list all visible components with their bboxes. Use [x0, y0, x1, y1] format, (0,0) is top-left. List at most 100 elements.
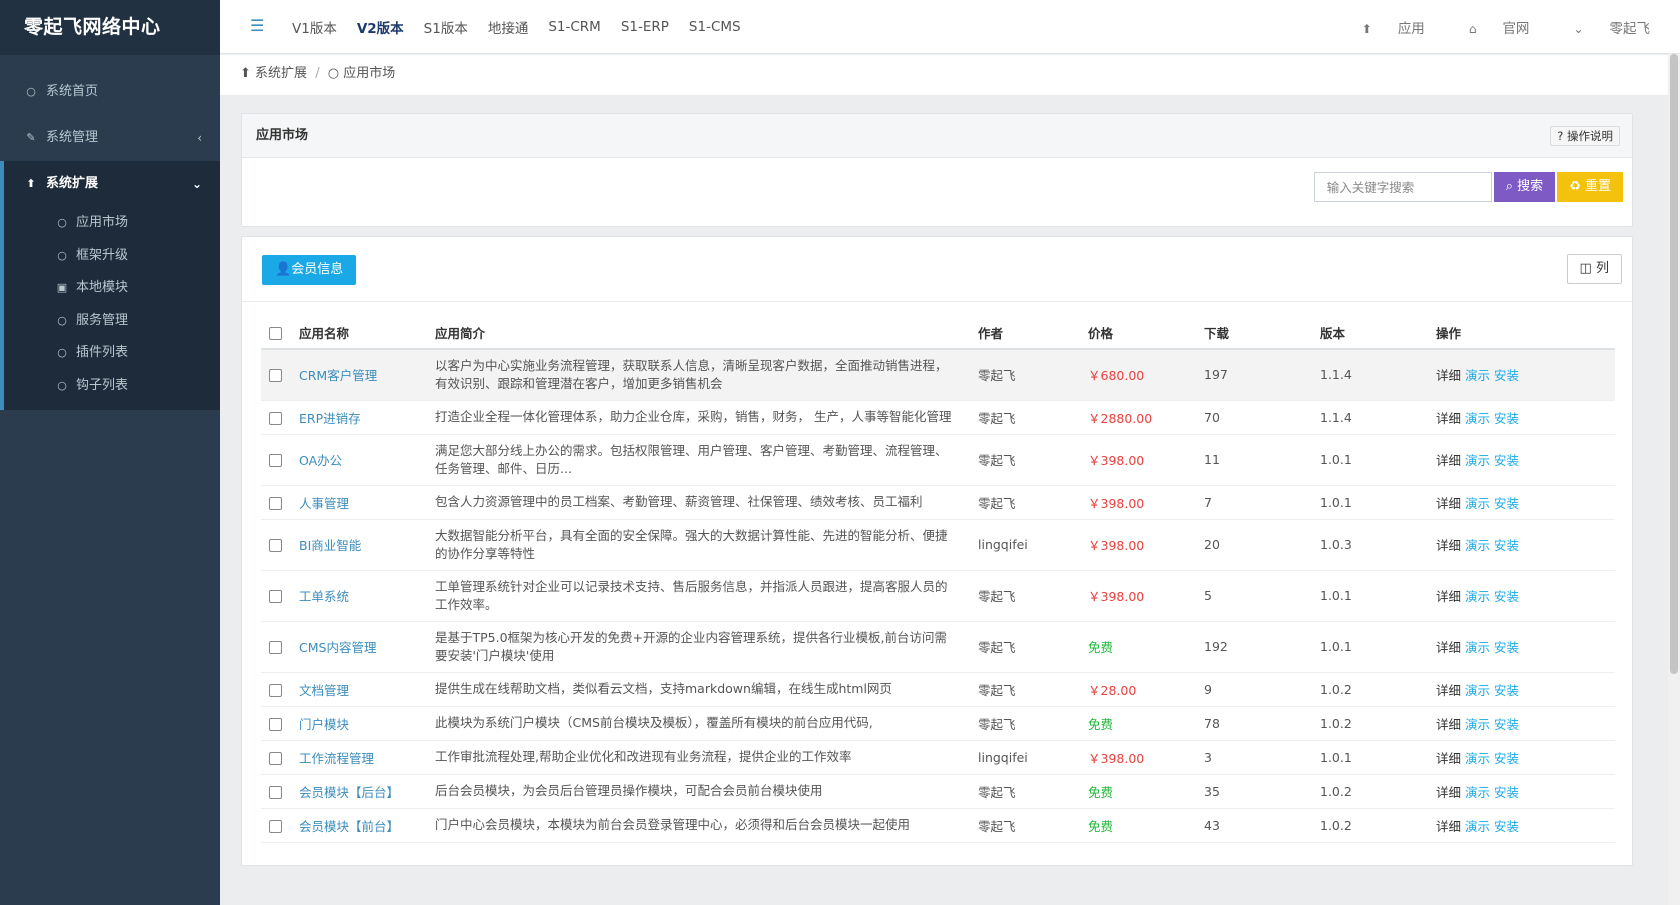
detail-link[interactable]: 详细	[1436, 819, 1461, 834]
row-checkbox[interactable]	[269, 641, 282, 654]
demo-link[interactable]: 演示	[1465, 538, 1490, 553]
top-link-s1-erp[interactable]: S1-ERP	[621, 19, 669, 35]
app-name-link[interactable]: 会员模块【后台】	[299, 785, 399, 800]
table-row[interactable]: OA办公 满足您大部分线上办公的需求。包括权限管理、用户管理、客户管理、考勤管理、…	[261, 434, 1615, 486]
search-button[interactable]: ⌕ 搜索	[1493, 172, 1556, 202]
install-link[interactable]: 安装	[1494, 717, 1519, 732]
sidebar-subitem-plugin-list[interactable]: ○ 插件列表	[4, 337, 220, 370]
sidebar-subitem-service-management[interactable]: ○ 服务管理	[4, 305, 220, 338]
table-row[interactable]: 工单系统 工单管理系统针对企业可以记录技术支持、售后服务信息，并指派人员跟进，提高…	[261, 570, 1615, 622]
sidebar-item-home[interactable]: ○ 系统首页	[0, 69, 220, 115]
app-name-link[interactable]: 工单系统	[299, 589, 349, 604]
table-row[interactable]: ERP进销存 打造企业全程一体化管理体系，助力企业仓库，采购，销售，财务， 生产，…	[261, 400, 1615, 435]
detail-link[interactable]: 详细	[1436, 411, 1461, 426]
row-checkbox[interactable]	[269, 785, 282, 799]
detail-link[interactable]: 详细	[1436, 589, 1461, 604]
install-link[interactable]: 安装	[1494, 496, 1519, 511]
row-checkbox[interactable]	[269, 819, 282, 833]
detail-link[interactable]: 详细	[1436, 538, 1461, 553]
row-checkbox[interactable]	[269, 411, 282, 425]
table-row[interactable]: 门户模块 此模块为系统门户模块（CMS前台模块及模板），覆盖所有模块的前台应用代码…	[261, 706, 1615, 741]
menu-toggle-icon[interactable]: ☰	[250, 16, 264, 35]
table-row[interactable]: BI商业智能 大数据智能分析平台，具有全面的安全保障。强大的大数据计算性能、先进的…	[261, 519, 1615, 571]
sidebar-subitem-framework-upgrade[interactable]: ○ 框架升级	[4, 240, 220, 273]
demo-link[interactable]: 演示	[1465, 453, 1490, 468]
app-name-link[interactable]: 工作流程管理	[299, 751, 374, 766]
app-name-link[interactable]: OA办公	[299, 453, 342, 468]
demo-link[interactable]: 演示	[1465, 496, 1490, 511]
app-name-link[interactable]: CMS内容管理	[299, 640, 376, 655]
top-link-s1[interactable]: S1版本	[424, 17, 468, 37]
top-link-dijietong[interactable]: 地接通	[488, 17, 529, 37]
row-checkbox[interactable]	[269, 369, 282, 383]
table-row[interactable]: 会员模块【前台】 门户中心会员模块，本模块为前台会员登录管理中心，必须得和后台会员…	[261, 808, 1615, 843]
demo-link[interactable]: 演示	[1465, 683, 1490, 698]
detail-link[interactable]: 详细	[1436, 717, 1461, 732]
row-checkbox[interactable]	[269, 717, 282, 731]
install-link[interactable]: 安装	[1494, 453, 1519, 468]
detail-link[interactable]: 详细	[1436, 453, 1461, 468]
table-row[interactable]: CMS内容管理 是基于TP5.0框架为核心开发的免费+开源的企业内容管理系统，提供…	[261, 621, 1615, 673]
detail-link[interactable]: 详细	[1436, 683, 1461, 698]
help-button[interactable]: ? 操作说明	[1550, 126, 1620, 146]
top-link-website[interactable]: ⌂ 官网	[1447, 17, 1530, 37]
demo-link[interactable]: 演示	[1465, 751, 1490, 766]
table-row[interactable]: 文档管理 提供生成在线帮助文档，类似看云文档，支持markdown编辑，在线生成h…	[261, 672, 1615, 707]
column-header-version[interactable]: 版本	[1312, 317, 1428, 350]
sidebar-item-system[interactable]: ✎ 系统管理 ‹	[0, 115, 220, 161]
app-name-link[interactable]: 文档管理	[299, 683, 349, 698]
member-info-button[interactable]: 👤会员信息	[262, 255, 357, 285]
breadcrumb-item[interactable]: 系统扩展	[255, 66, 307, 81]
demo-link[interactable]: 演示	[1465, 368, 1490, 383]
table-row[interactable]: 人事管理 包含人力资源管理中的员工档案、考勤管理、薪资管理、社保管理、绩效考核、员…	[261, 485, 1615, 520]
install-link[interactable]: 安装	[1494, 589, 1519, 604]
reset-button[interactable]: ♻ 重置	[1557, 172, 1623, 202]
row-checkbox[interactable]	[269, 751, 282, 765]
table-row[interactable]: CRM客户管理 以客户为中心实施业务流程管理，获取联系人信息，清晰呈现客户数据，全…	[261, 349, 1615, 401]
row-checkbox[interactable]	[269, 454, 282, 467]
demo-link[interactable]: 演示	[1465, 819, 1490, 834]
app-name-link[interactable]: 门户模块	[299, 717, 349, 732]
install-link[interactable]: 安装	[1494, 411, 1519, 426]
user-menu[interactable]: ⌄ 零起飞	[1551, 17, 1650, 37]
demo-link[interactable]: 演示	[1465, 717, 1490, 732]
sidebar-item-extension[interactable]: ⬆ 系统扩展 ⌄	[4, 161, 220, 207]
row-checkbox[interactable]	[269, 683, 282, 697]
sidebar-subitem-local-modules[interactable]: ▣ 本地模块	[4, 272, 220, 305]
install-link[interactable]: 安装	[1494, 785, 1519, 800]
row-checkbox[interactable]	[269, 539, 282, 552]
app-name-link[interactable]: ERP进销存	[299, 411, 361, 426]
install-link[interactable]: 安装	[1494, 819, 1519, 834]
top-link-apps[interactable]: ⬆ 应用	[1340, 17, 1425, 37]
table-row[interactable]: 工作流程管理 工作审批流程处理,帮助企业优化和改进现有业务流程，提供企业的工作效率…	[261, 740, 1615, 775]
top-link-s1-cms[interactable]: S1-CMS	[689, 19, 741, 35]
top-link-v2[interactable]: V2版本	[357, 17, 404, 37]
select-all-checkbox[interactable]	[269, 327, 282, 340]
page-scrollbar[interactable]	[1668, 54, 1680, 905]
columns-toggle-button[interactable]: ◫ 列	[1566, 254, 1622, 284]
column-header-price[interactable]: 价格	[1080, 317, 1196, 350]
column-header-desc[interactable]: 应用简介	[427, 317, 970, 350]
detail-link[interactable]: 详细	[1436, 496, 1461, 511]
search-input[interactable]	[1313, 172, 1492, 202]
demo-link[interactable]: 演示	[1465, 411, 1490, 426]
install-link[interactable]: 安装	[1494, 538, 1519, 553]
install-link[interactable]: 安装	[1494, 368, 1519, 383]
table-row[interactable]: 会员模块【后台】 后台会员模块，为会员后台管理员操作模块，可配合会员前台模块使用零…	[261, 774, 1615, 809]
detail-link[interactable]: 详细	[1436, 368, 1461, 383]
column-header-name[interactable]: 应用名称	[291, 317, 427, 350]
detail-link[interactable]: 详细	[1436, 751, 1461, 766]
app-name-link[interactable]: 会员模块【前台】	[299, 819, 399, 834]
row-checkbox[interactable]	[269, 590, 282, 603]
scrollbar-thumb[interactable]	[1670, 54, 1678, 674]
app-name-link[interactable]: 人事管理	[299, 496, 349, 511]
demo-link[interactable]: 演示	[1465, 785, 1490, 800]
install-link[interactable]: 安装	[1494, 683, 1519, 698]
app-name-link[interactable]: BI商业智能	[299, 538, 361, 553]
detail-link[interactable]: 详细	[1436, 640, 1461, 655]
demo-link[interactable]: 演示	[1465, 640, 1490, 655]
column-header-author[interactable]: 作者	[970, 317, 1080, 350]
app-name-link[interactable]: CRM客户管理	[299, 368, 377, 383]
top-link-v1[interactable]: V1版本	[292, 17, 337, 37]
sidebar-subitem-app-market[interactable]: ○ 应用市场	[4, 207, 220, 240]
